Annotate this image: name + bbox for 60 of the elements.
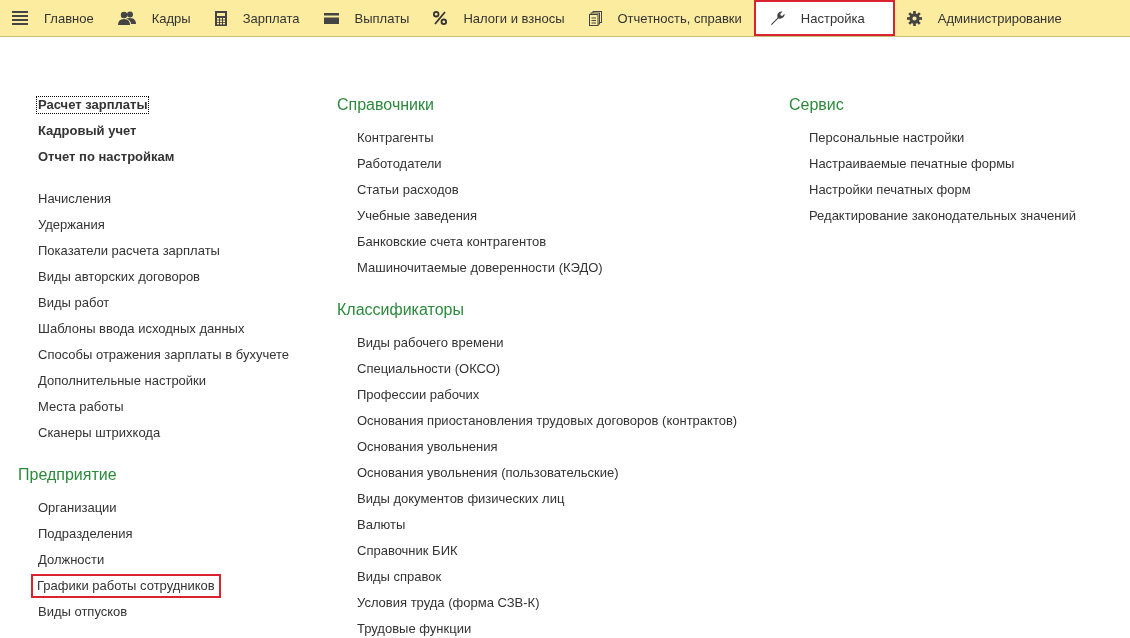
menu-link[interactable]: Персональные настройки bbox=[807, 129, 967, 147]
card-icon bbox=[323, 12, 339, 24]
menu-link[interactable]: Основания увольнения bbox=[355, 438, 500, 456]
menu-link[interactable]: Редактирование законодательных значений bbox=[807, 207, 1078, 225]
menu-link[interactable]: Сканеры штрихкода bbox=[36, 424, 163, 442]
menu-link[interactable]: Начисления bbox=[36, 190, 114, 208]
menu-link[interactable]: Способы отражения зарплаты в бухучете bbox=[36, 346, 291, 364]
menu-link[interactable]: Виды отпусков bbox=[36, 603, 130, 621]
menu-link[interactable]: Профессии рабочих bbox=[355, 386, 482, 404]
section-tab[interactable]: Выплаты bbox=[311, 0, 422, 36]
documents-icon bbox=[588, 10, 602, 26]
menu-link[interactable]: Должности bbox=[36, 551, 107, 569]
menu-link[interactable]: Основания приостановления трудовых договоров (контрактов) bbox=[355, 412, 740, 430]
menu-link[interactable]: Машиночитаемые доверенности (КЭДО) bbox=[355, 259, 605, 277]
menu-link[interactable]: Статьи расходов bbox=[355, 181, 461, 199]
menu-link[interactable]: Шаблоны ввода исходных данных bbox=[36, 320, 247, 338]
menu-link[interactable]: Отчет по настройкам bbox=[36, 148, 177, 166]
menu-link[interactable]: Контрагенты bbox=[355, 129, 436, 147]
section-tab[interactable]: Зарплата bbox=[202, 0, 312, 36]
menu-link[interactable]: Организации bbox=[36, 499, 119, 517]
menu-link[interactable]: Виды авторских договоров bbox=[36, 268, 202, 286]
menu-link[interactable]: Дополнительные настройки bbox=[36, 372, 209, 390]
menu-link[interactable]: Работодатели bbox=[355, 155, 444, 173]
menu-link[interactable]: Трудовые функции bbox=[355, 620, 474, 638]
menu-icon bbox=[12, 11, 28, 25]
menu-link[interactable]: Виды справок bbox=[355, 568, 444, 586]
menu-link[interactable]: Основания увольнения (пользовательские) bbox=[355, 464, 621, 482]
people-icon bbox=[117, 11, 136, 25]
section-title: Классификаторы bbox=[337, 300, 465, 320]
section-tab[interactable]: Налоги и взносы bbox=[421, 0, 577, 36]
menu-link[interactable]: Банковские счета контрагентов bbox=[355, 233, 549, 251]
section-tab[interactable]: Кадры bbox=[105, 0, 203, 36]
menu-link[interactable]: Виды рабочего времени bbox=[355, 334, 506, 352]
section-tab[interactable]: Настройка bbox=[753, 0, 895, 36]
menu-link[interactable]: Места работы bbox=[36, 398, 126, 416]
section-tab[interactable]: Администрирование bbox=[894, 0, 1074, 36]
percent-icon bbox=[433, 11, 448, 25]
menu-link[interactable]: Учебные заведения bbox=[355, 207, 480, 225]
menu-link[interactable]: Расчет зарплаты bbox=[36, 96, 150, 114]
menu-link[interactable]: Графики работы сотрудников bbox=[31, 574, 221, 598]
menu-link[interactable]: Условия труда (форма СЗВ-К) bbox=[355, 594, 542, 612]
menu-link[interactable]: Виды работ bbox=[36, 294, 112, 312]
menu-link[interactable]: Настраиваемые печатные формы bbox=[807, 155, 1017, 173]
section-tab[interactable]: Главное bbox=[0, 0, 106, 36]
menu-link[interactable]: Подразделения bbox=[36, 525, 135, 543]
wrench-icon bbox=[769, 10, 785, 26]
menu-link[interactable]: Удержания bbox=[36, 216, 107, 234]
menu-link[interactable]: Показатели расчета зарплаты bbox=[36, 242, 222, 260]
section-title: Сервис bbox=[789, 95, 845, 115]
section-tab[interactable]: Отчетность, справки bbox=[576, 0, 754, 36]
section-title: Предприятие bbox=[18, 465, 118, 485]
menu-link[interactable]: Специальности (ОКСО) bbox=[355, 360, 503, 378]
section-title: Справочники bbox=[337, 95, 435, 115]
menu-link[interactable]: Валюты bbox=[355, 516, 408, 534]
menu-link[interactable]: Справочник БИК bbox=[355, 542, 460, 560]
calculator-icon bbox=[214, 10, 227, 26]
menu-link[interactable]: Виды документов физических лиц bbox=[355, 490, 567, 508]
settings-icon bbox=[906, 10, 922, 26]
menu-link[interactable]: Кадровый учет bbox=[36, 122, 139, 140]
menu-link[interactable]: Настройки печатных форм bbox=[807, 181, 973, 199]
